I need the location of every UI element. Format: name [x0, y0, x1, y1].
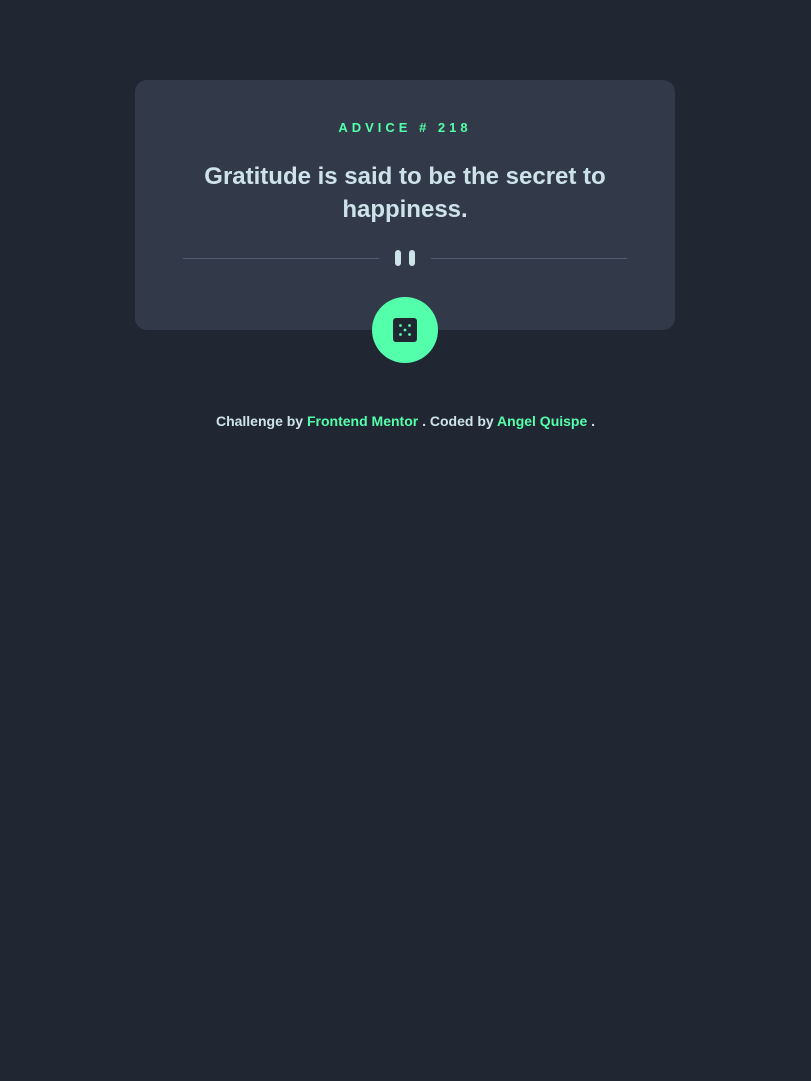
attribution-prefix: Challenge by — [215, 413, 304, 429]
attribution: Challenge by Frontend Mentor . Coded by … — [0, 411, 811, 431]
pause-icon — [395, 250, 415, 266]
divider-line-right — [431, 258, 627, 259]
frontend-mentor-link[interactable]: Frontend Mentor — [307, 413, 418, 429]
divider — [183, 250, 627, 266]
author-link[interactable]: Angel Quispe — [497, 413, 587, 429]
divider-line-left — [183, 258, 379, 259]
advice-card: ADVICE # 218 Gratitude is said to be the… — [135, 80, 675, 330]
attribution-suffix: . — [591, 413, 596, 429]
generate-advice-button[interactable] — [372, 297, 438, 363]
advice-quote: Gratitude is said to be the secret to ha… — [204, 163, 606, 223]
attribution-middle: . Coded by — [422, 413, 494, 429]
dice-icon — [393, 318, 417, 342]
advice-id: ADVICE # 218 — [338, 120, 472, 135]
